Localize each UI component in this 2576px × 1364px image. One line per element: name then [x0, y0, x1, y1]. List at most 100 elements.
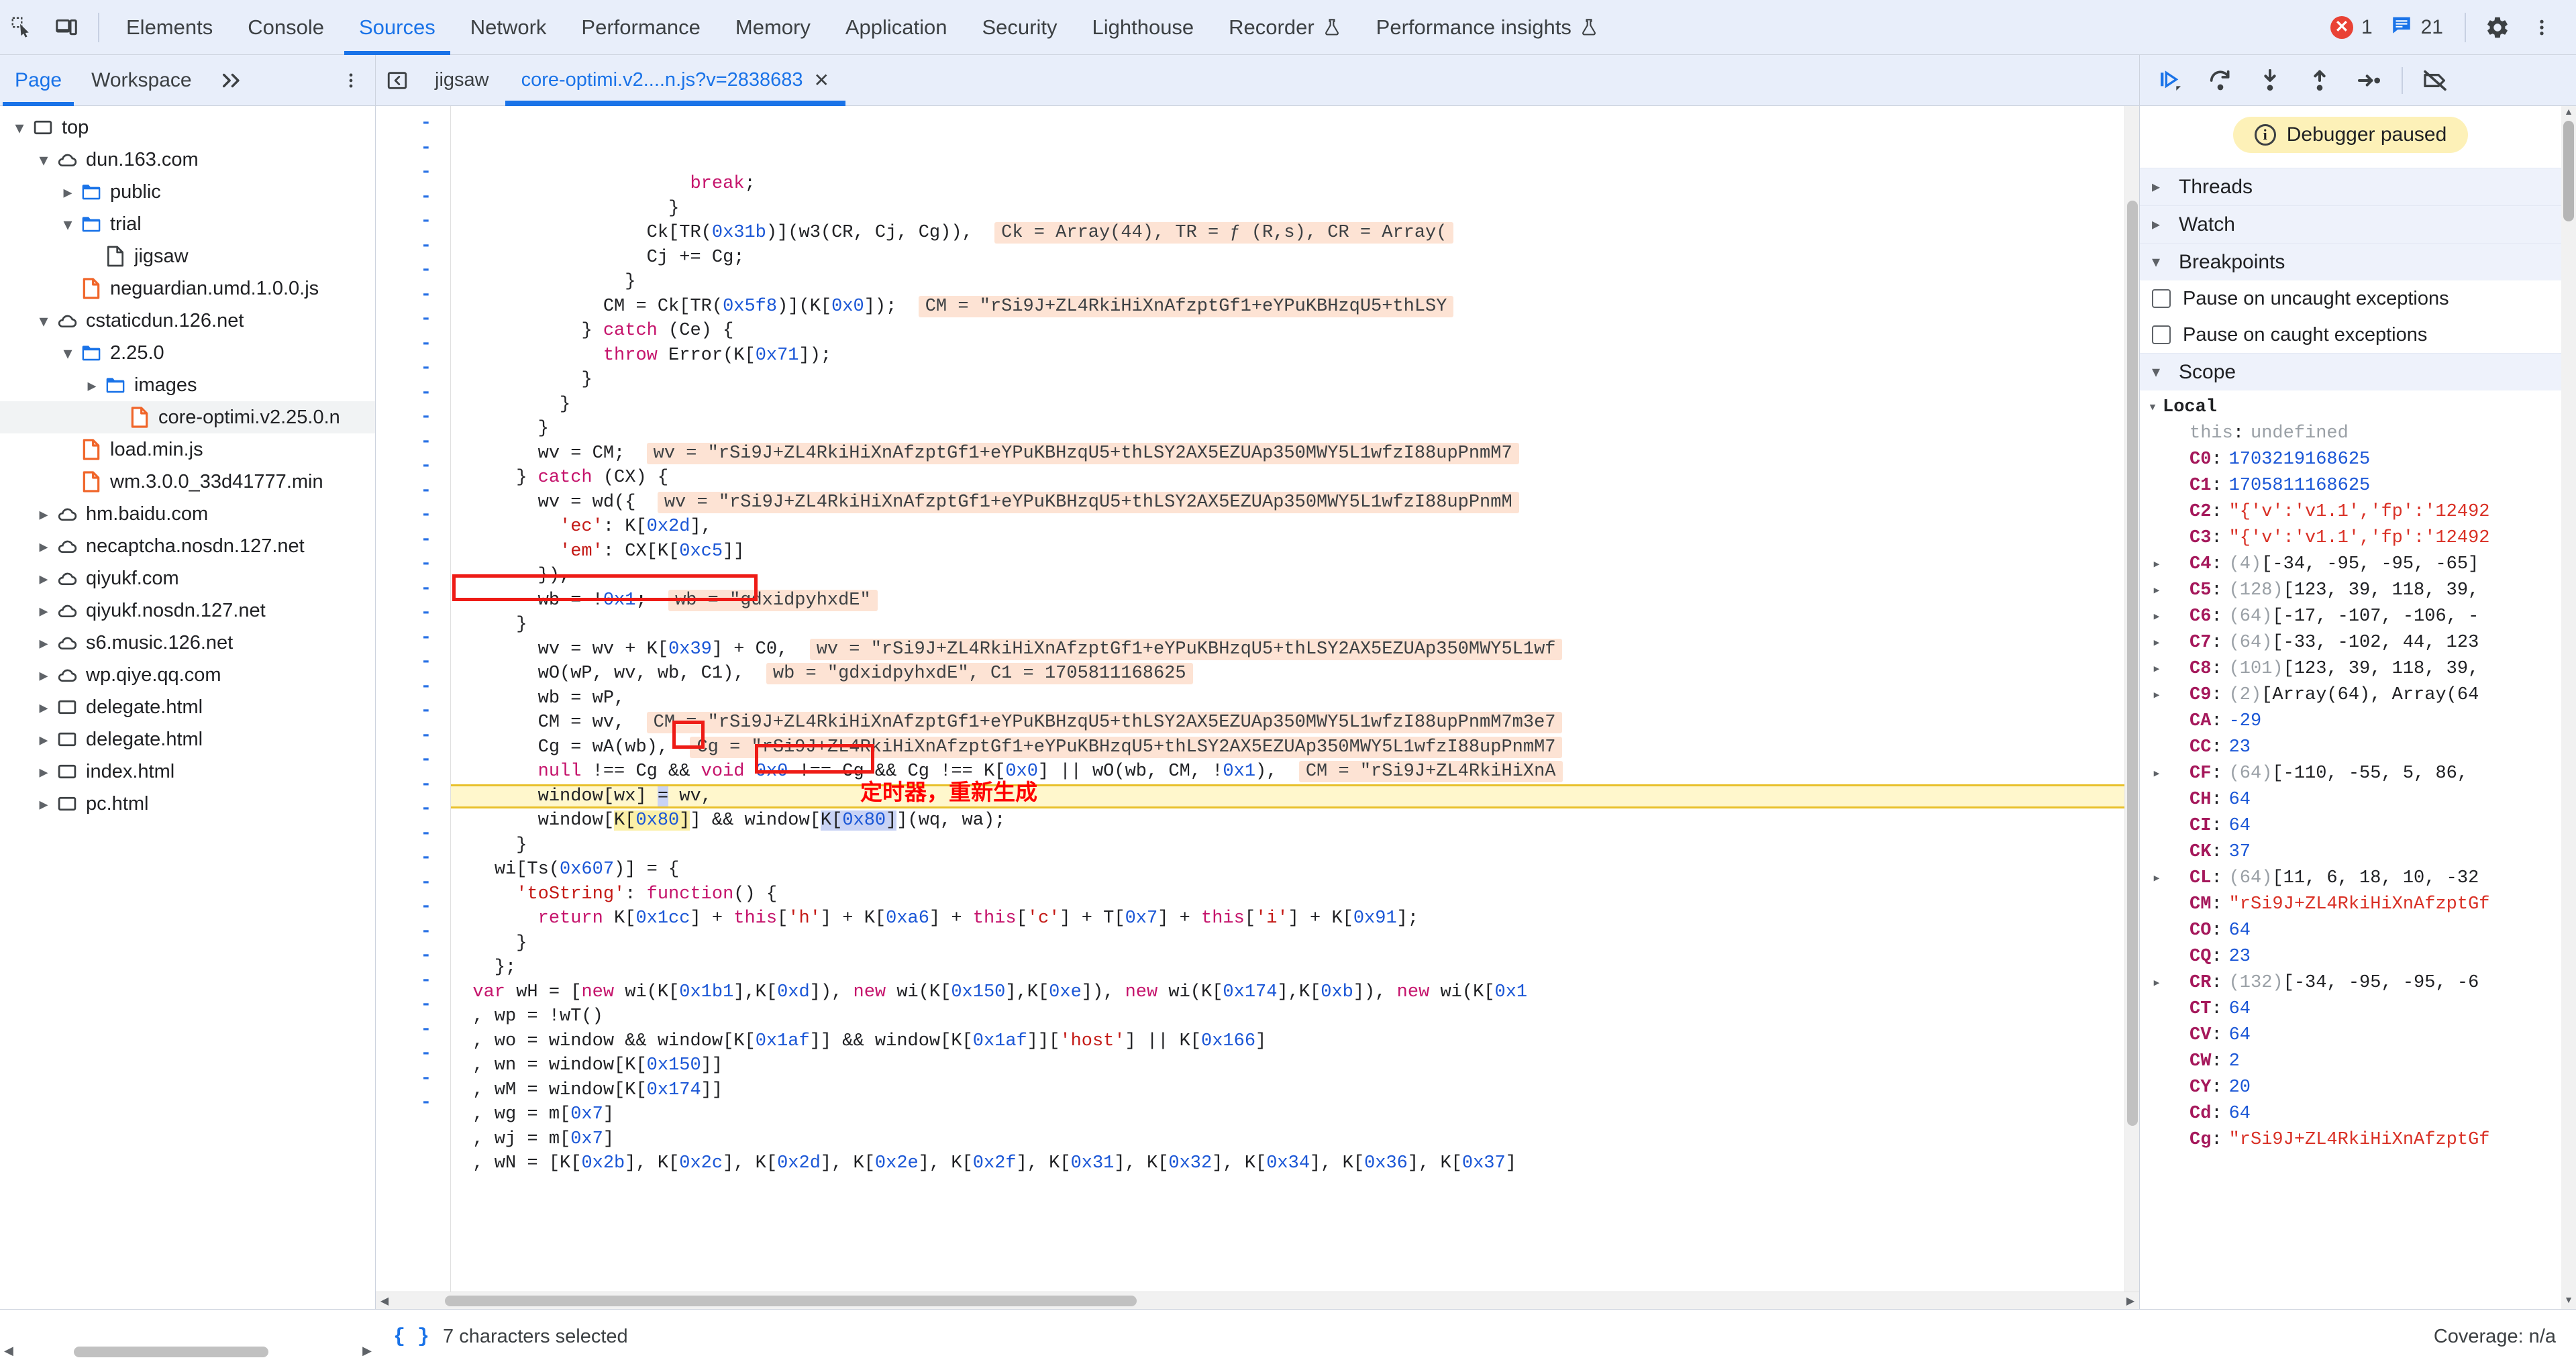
tree-item-delegate-html[interactable]: delegate.html	[0, 723, 375, 755]
gutter-marker[interactable]: -	[376, 699, 450, 724]
chevron-right-icon[interactable]	[34, 665, 54, 686]
gear-icon[interactable]	[2475, 5, 2520, 50]
code-line[interactable]: , wM = window[K[0x174]]	[451, 1078, 2124, 1103]
tree-item-load-min-js[interactable]: load.min.js	[0, 433, 375, 466]
show-navigator-icon[interactable]	[376, 69, 419, 92]
tree-item-top[interactable]: top	[0, 111, 375, 144]
chevron-down-icon[interactable]	[58, 214, 78, 235]
step-over-icon[interactable]	[2203, 63, 2238, 98]
code-line[interactable]: var wH = [new wi(K[0x1b1],K[0xd]), new w…	[451, 980, 2124, 1005]
scope-variable-CM[interactable]: CM: "rSi9J+ZL4RkiHiXnAfzptGf	[2140, 892, 2561, 918]
chevron-right-icon[interactable]: ▸	[2147, 970, 2167, 996]
editor-tab-core-optimi[interactable]: core-optimi.v2....n.js?v=2838683 ✕	[505, 55, 846, 106]
gutter-marker[interactable]: -	[376, 430, 450, 455]
chevron-right-icon[interactable]: ▸	[2147, 604, 2167, 630]
code-line[interactable]: 'ec': K[0x2d],	[451, 515, 2124, 539]
tab-sources[interactable]: Sources	[342, 0, 453, 55]
chevron-right-icon[interactable]	[82, 375, 102, 396]
scope-variable-CR[interactable]: ▸ CR: (132) [-34, -95, -95, -6	[2140, 970, 2561, 996]
section-breakpoints[interactable]: ▾ Breakpoints	[2140, 243, 2561, 280]
gutter-marker[interactable]: -	[376, 577, 450, 602]
code-line[interactable]: , wj = m[0x7]	[451, 1127, 2124, 1152]
gutter-marker[interactable]: -	[376, 1067, 450, 1092]
tab-network[interactable]: Network	[453, 0, 564, 55]
close-icon[interactable]: ✕	[814, 69, 829, 91]
scope-variable-C8[interactable]: ▸ C8: (101) [123, 39, 118, 39,	[2140, 656, 2561, 682]
editor-vertical-scrollbar[interactable]	[2124, 106, 2139, 1292]
chevron-right-icon[interactable]: ▸	[2147, 761, 2167, 787]
gutter-marker[interactable]: -	[376, 626, 450, 651]
pause-on-uncaught-exceptions-option[interactable]: Pause on uncaught exceptions	[2140, 280, 2561, 317]
code-view[interactable]: break; } Ck[TR(0x31b)](w3(CR, Cj, Cg)), …	[451, 106, 2124, 1292]
tree-item-images[interactable]: images	[0, 369, 375, 401]
code-line[interactable]: 'em': CX[K[0xc5]]	[451, 539, 2124, 564]
code-line[interactable]: }	[451, 931, 2124, 956]
chevron-right-icon[interactable]	[34, 600, 54, 621]
section-threads[interactable]: ▸ Threads	[2140, 168, 2561, 205]
gutter-marker[interactable]: -	[376, 1042, 450, 1067]
tab-performance[interactable]: Performance	[564, 0, 717, 55]
scroll-down-arrow-icon[interactable]: ▼	[2561, 1294, 2576, 1309]
tab-security[interactable]: Security	[965, 0, 1075, 55]
tree-item-cstaticdun-126-net[interactable]: cstaticdun.126.net	[0, 305, 375, 337]
section-watch[interactable]: ▸ Watch	[2140, 205, 2561, 243]
gutter-marker[interactable]: -	[376, 454, 450, 479]
tree-item-wm-3-0-0-33d41777-min[interactable]: wm.3.0.0_33d41777.min	[0, 466, 375, 498]
code-line[interactable]: throw Error(K[0x71]);	[451, 344, 2124, 368]
tree-item-hm-baidu-com[interactable]: hm.baidu.com	[0, 498, 375, 530]
scope-variable-CT[interactable]: CT:64	[2140, 996, 2561, 1022]
scrollbar-track[interactable]	[20, 1346, 356, 1357]
tree-item-pc-html[interactable]: pc.html	[0, 788, 375, 820]
gutter-marker[interactable]: -	[376, 479, 450, 504]
chevron-right-icon[interactable]	[58, 182, 78, 203]
checkbox[interactable]	[2152, 325, 2171, 344]
tree-item-jigsaw[interactable]: jigsaw	[0, 240, 375, 272]
scroll-right-arrow-icon[interactable]: ▶	[362, 1344, 372, 1358]
tree-item-wp-qiye-qq-com[interactable]: wp.qiye.qq.com	[0, 659, 375, 691]
scope-variable-C4[interactable]: ▸ C4: (4) [-34, -95, -95, -65]	[2140, 552, 2561, 578]
editor-horizontal-scrollbar[interactable]: ◀ ▶	[376, 1292, 2139, 1309]
scope-variable-CF[interactable]: ▸ CF: (64) [-110, -55, 5, 86,	[2140, 761, 2561, 787]
code-line[interactable]: }	[451, 833, 2124, 858]
nav-tab-page[interactable]: Page	[0, 55, 76, 106]
code-line[interactable]: }	[451, 417, 2124, 441]
gutter-marker[interactable]: -	[376, 846, 450, 871]
chevron-right-icon[interactable]	[34, 568, 54, 589]
scope-variable-CV[interactable]: CV:64	[2140, 1022, 2561, 1049]
code-line[interactable]: wb = wP,	[451, 686, 2124, 711]
tab-lighthouse[interactable]: Lighthouse	[1074, 0, 1211, 55]
tree-item-core-optimi-v2-25-0-n[interactable]: core-optimi.v2.25.0.n	[0, 401, 375, 433]
chevron-right-icon[interactable]: ▸	[2147, 552, 2167, 578]
gutter-marker[interactable]: -	[376, 552, 450, 577]
tab-performance-insights[interactable]: Performance insights	[1359, 0, 1616, 55]
code-line[interactable]: wi[Ts(0x607)] = {	[451, 857, 2124, 882]
scroll-up-arrow-icon[interactable]: ▲	[2561, 106, 2576, 121]
tree-item-qiyukf-com[interactable]: qiyukf.com	[0, 562, 375, 594]
chevron-right-icon[interactable]	[34, 504, 54, 525]
scope-variable-CH[interactable]: CH:64	[2140, 787, 2561, 813]
scope-variable-Cg[interactable]: Cg: "rSi9J+ZL4RkiHiXnAfzptGf	[2140, 1127, 2561, 1153]
code-line[interactable]: return K[0x1cc] + this['h'] + K[0xa6] + …	[451, 906, 2124, 931]
code-line[interactable]: }	[451, 392, 2124, 417]
gutter-marker[interactable]: -	[376, 356, 450, 381]
scope-variable-CO[interactable]: CO:64	[2140, 918, 2561, 944]
chevron-right-icon[interactable]	[34, 729, 54, 750]
code-line[interactable]: , wn = window[K[0x150]]	[451, 1053, 2124, 1078]
code-line[interactable]: 'toString': function() {	[451, 882, 2124, 907]
gutter-marker[interactable]: -	[376, 871, 450, 896]
gutter-marker[interactable]: -	[376, 283, 450, 308]
scope-variable-CI[interactable]: CI:64	[2140, 813, 2561, 839]
chevron-right-icon[interactable]: ▸	[2147, 865, 2167, 892]
chevron-right-icon[interactable]	[34, 762, 54, 782]
scope-variable-C0[interactable]: C0:1703219168625	[2140, 447, 2561, 473]
scope-variable-CK[interactable]: CK:37	[2140, 839, 2561, 865]
scroll-left-arrow-icon[interactable]: ◀	[4, 1344, 13, 1358]
code-line[interactable]: wv = CM; wv = "rSi9J+ZL4RkiHiXnAfzptGf1+…	[451, 441, 2124, 466]
gutter-marker[interactable]: -	[376, 307, 450, 332]
gutter-marker[interactable]: -	[376, 748, 450, 773]
chevron-down-icon[interactable]	[9, 117, 30, 138]
gutter-marker[interactable]: -	[376, 111, 450, 136]
deactivate-breakpoints-icon[interactable]	[2418, 63, 2453, 98]
code-line[interactable]: }	[451, 368, 2124, 392]
gutter-marker[interactable]: -	[376, 895, 450, 920]
